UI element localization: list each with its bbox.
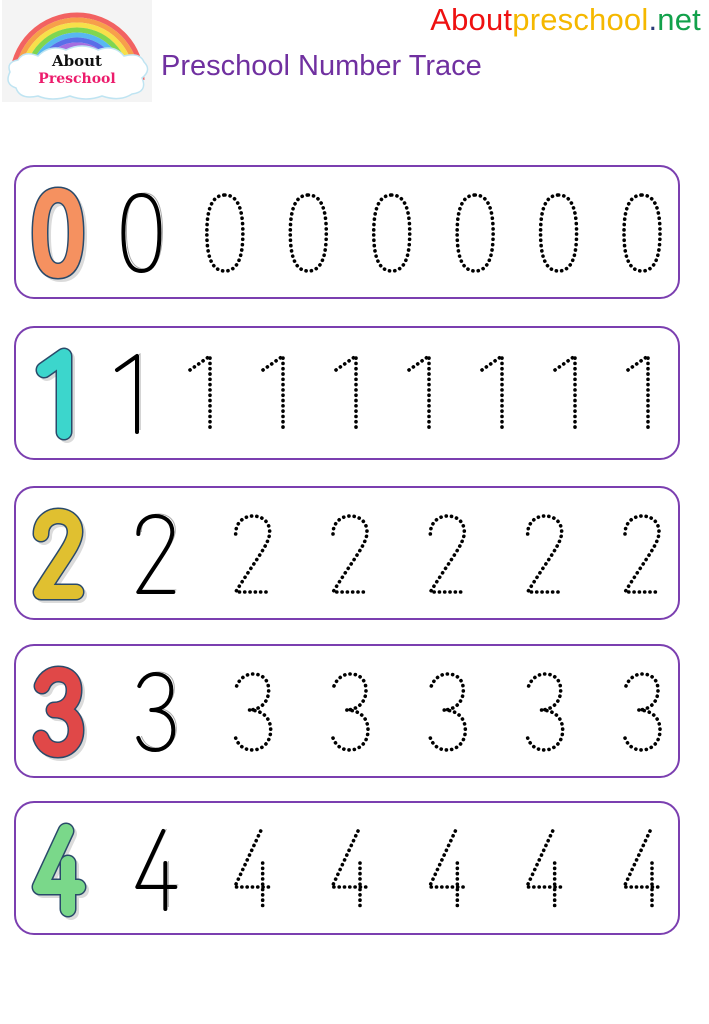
dotted-trace-digit[interactable] bbox=[621, 829, 664, 911]
dotted-trace-digit[interactable] bbox=[288, 193, 329, 273]
page-title: Preschool Number Trace bbox=[161, 50, 482, 82]
site-part-dot: . bbox=[648, 2, 658, 37]
trace-svg bbox=[32, 665, 662, 761]
dotted-trace-digit[interactable] bbox=[407, 352, 431, 434]
dotted-trace-digit[interactable] bbox=[232, 514, 273, 594]
dotted-trace-digit[interactable] bbox=[205, 193, 245, 273]
colored-digit-icon bbox=[32, 507, 87, 603]
guide-digit bbox=[115, 353, 141, 434]
dotted-trace-digit[interactable] bbox=[623, 672, 662, 752]
site-part-preschool: preschool bbox=[512, 2, 649, 37]
dotted-trace-digit[interactable] bbox=[480, 352, 504, 434]
logo: About Preschool bbox=[2, 0, 152, 102]
colored-digit-icon bbox=[31, 822, 89, 920]
trace-svg bbox=[32, 507, 662, 603]
dotted-trace-digit[interactable] bbox=[455, 193, 495, 273]
guide-digit bbox=[136, 513, 177, 594]
logo-text-preschool: Preschool bbox=[38, 71, 116, 87]
logo-text-about: About bbox=[52, 52, 102, 70]
trace-row-2 bbox=[14, 486, 680, 620]
guide-digit bbox=[136, 671, 177, 752]
colored-digit-icon bbox=[31, 186, 87, 282]
trace-row-3 bbox=[14, 644, 680, 778]
dotted-trace-digit[interactable] bbox=[331, 672, 370, 752]
guide-digit bbox=[135, 828, 179, 911]
dotted-trace-digit[interactable] bbox=[233, 672, 273, 752]
trace-svg bbox=[31, 822, 664, 920]
trace-row-1 bbox=[14, 326, 680, 460]
dotted-trace-digit[interactable] bbox=[426, 829, 470, 911]
dotted-trace-digit[interactable] bbox=[523, 829, 567, 911]
trace-svg bbox=[35, 347, 650, 443]
colored-digit-icon bbox=[35, 347, 75, 443]
guide-digit bbox=[121, 192, 163, 273]
dotted-trace-digit[interactable] bbox=[621, 514, 662, 594]
dotted-trace-digit[interactable] bbox=[329, 514, 370, 594]
dotted-trace-digit[interactable] bbox=[553, 352, 577, 434]
site-part-net: net bbox=[657, 2, 701, 37]
dotted-trace-digit[interactable] bbox=[329, 829, 372, 911]
dotted-trace-digit[interactable] bbox=[524, 514, 565, 594]
dotted-trace-digit[interactable] bbox=[261, 352, 285, 434]
trace-row-0 bbox=[14, 165, 680, 299]
site-part-about: About bbox=[430, 2, 513, 37]
trace-svg bbox=[31, 186, 662, 282]
dotted-trace-digit[interactable] bbox=[371, 193, 412, 273]
trace-row-4 bbox=[14, 801, 680, 935]
dotted-trace-digit[interactable] bbox=[622, 193, 662, 273]
dotted-trace-digit[interactable] bbox=[231, 829, 275, 911]
dotted-trace-digit[interactable] bbox=[626, 352, 650, 434]
dotted-trace-digit[interactable] bbox=[538, 193, 579, 273]
dotted-trace-digit[interactable] bbox=[188, 352, 212, 434]
colored-digit-icon bbox=[32, 665, 87, 761]
dotted-trace-digit[interactable] bbox=[334, 352, 358, 434]
dotted-trace-digit[interactable] bbox=[428, 672, 468, 752]
site-link[interactable]: Aboutpreschool.net bbox=[430, 2, 701, 38]
dotted-trace-digit[interactable] bbox=[525, 672, 565, 752]
dotted-trace-digit[interactable] bbox=[427, 514, 468, 594]
